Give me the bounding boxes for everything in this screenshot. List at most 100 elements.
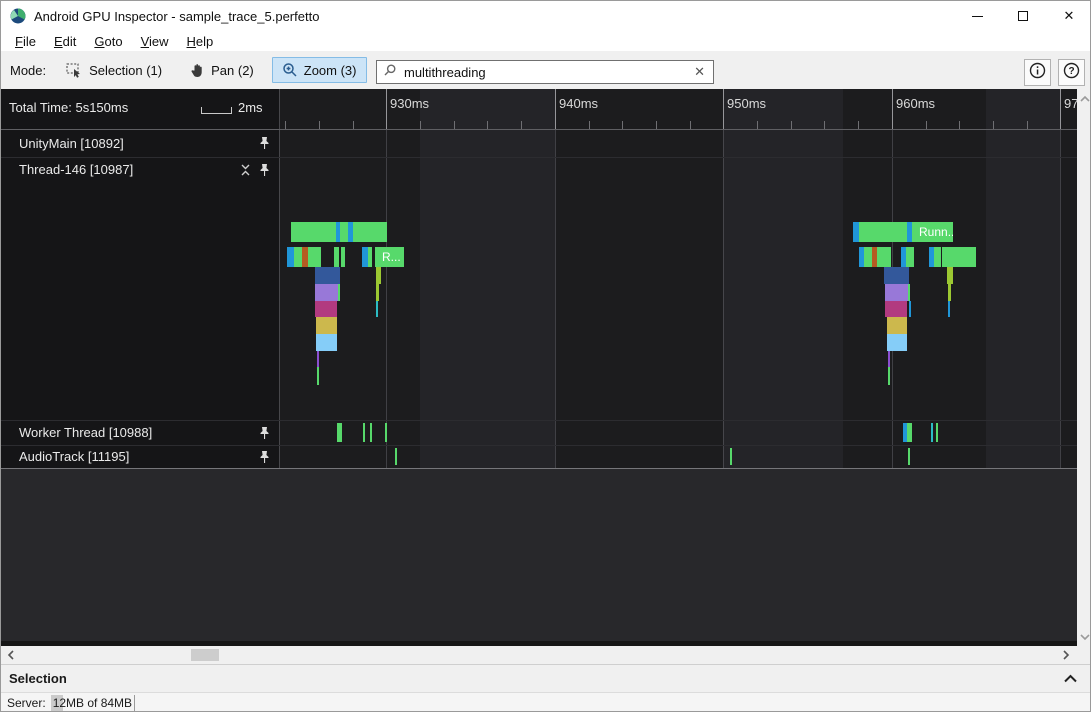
row-separator <box>1 420 1077 421</box>
trace-slice[interactable] <box>908 284 910 301</box>
menu-item-file[interactable]: File <box>6 32 45 51</box>
trace-slice[interactable] <box>947 267 953 284</box>
trace-slice[interactable] <box>291 222 336 242</box>
trace-slice[interactable] <box>340 222 348 242</box>
scroll-down-icon[interactable] <box>1077 630 1091 644</box>
collapse-icon[interactable] <box>240 164 251 176</box>
trace-slice[interactable] <box>877 247 891 267</box>
pin-icon[interactable] <box>258 450 271 464</box>
trace-slice[interactable] <box>887 317 907 334</box>
title-bar: Android GPU Inspector - sample_trace_5.p… <box>1 1 1091 31</box>
vertical-scrollbar[interactable] <box>1077 89 1091 646</box>
menu-item-edit[interactable]: Edit <box>45 32 85 51</box>
trace-slice[interactable] <box>334 247 339 267</box>
trace-slice[interactable] <box>317 367 319 385</box>
trace-slice[interactable] <box>909 301 911 317</box>
trace-slice[interactable] <box>884 267 909 284</box>
trace-slice[interactable]: R... <box>375 247 404 267</box>
close-button[interactable]: ✕ <box>1046 1 1091 31</box>
mode-button-pan[interactable]: Pan (2) <box>180 57 264 83</box>
trace-slice[interactable] <box>287 247 294 267</box>
trace-slice[interactable] <box>376 284 379 301</box>
menu-bar: FileEditGotoViewHelp <box>1 31 1091 51</box>
trace-slice[interactable] <box>885 284 908 301</box>
trace-slice[interactable] <box>859 222 907 242</box>
trace-slice[interactable] <box>948 284 951 301</box>
trace-slice[interactable] <box>317 351 319 367</box>
mode-button-zoom[interactable]: Zoom (3) <box>272 57 367 83</box>
timeline-panel: Total Time: 5s150ms 2ms UnityMain [10892… <box>1 89 1091 646</box>
trace-slice[interactable] <box>353 222 387 242</box>
mode-button-selection[interactable]: Selection (1) <box>56 57 172 83</box>
minimize-button[interactable] <box>954 1 1000 31</box>
search-input[interactable] <box>402 64 692 81</box>
timeline-band <box>723 89 843 469</box>
ruler-tick <box>656 121 657 129</box>
ruler-tick <box>824 121 825 129</box>
pin-icon[interactable] <box>258 163 271 177</box>
trace-slice[interactable] <box>315 267 340 284</box>
selection-panel-header[interactable]: Selection <box>1 664 1091 692</box>
trace-slice[interactable] <box>887 334 907 351</box>
trace-slice[interactable] <box>395 448 397 465</box>
menu-item-help[interactable]: Help <box>178 32 223 51</box>
trace-slice[interactable] <box>338 284 340 301</box>
mode-button-label: Pan (2) <box>211 63 254 78</box>
scroll-right-icon[interactable] <box>1058 646 1074 664</box>
trace-slice[interactable] <box>315 301 337 317</box>
scroll-up-icon[interactable] <box>1077 91 1091 105</box>
trace-slice[interactable] <box>948 301 950 317</box>
maximize-button[interactable] <box>1000 1 1046 31</box>
trace-slice[interactable] <box>341 247 345 267</box>
trace-slice[interactable] <box>936 423 938 442</box>
trace-slice[interactable] <box>888 351 890 367</box>
trace-slice[interactable] <box>337 423 342 442</box>
trace-slice[interactable] <box>308 247 321 267</box>
trace-slice[interactable] <box>368 247 372 267</box>
info-button[interactable] <box>1024 59 1051 86</box>
trace-slice[interactable] <box>931 423 933 442</box>
trace-slice[interactable] <box>934 247 941 267</box>
slice-label: R... <box>375 250 401 264</box>
chevron-up-icon[interactable] <box>1063 674 1078 683</box>
trace-slice[interactable] <box>888 367 890 385</box>
trace-slice[interactable] <box>885 301 907 317</box>
ruler-major-tick <box>555 89 556 129</box>
track-row-audiotrack[interactable]: AudioTrack [11195] <box>1 445 278 468</box>
horizontal-scrollbar[interactable] <box>1 646 1091 664</box>
scale-bracket <box>201 107 232 114</box>
trace-slice[interactable] <box>907 423 912 442</box>
trace-slice[interactable] <box>294 247 302 267</box>
trace-slice[interactable] <box>363 423 365 442</box>
scroll-left-icon[interactable] <box>3 646 19 664</box>
scale-label: 2ms <box>238 100 263 115</box>
help-button[interactable]: ? <box>1058 59 1085 86</box>
trace-slice[interactable] <box>376 267 381 284</box>
trace-slice[interactable] <box>942 247 976 267</box>
trace-slice[interactable] <box>730 448 732 465</box>
track-row-unitymain[interactable]: UnityMain [10892] <box>1 129 278 157</box>
search-clear-icon[interactable]: ✕ <box>692 64 707 80</box>
menu-item-goto[interactable]: Goto <box>85 32 131 51</box>
trace-slice[interactable] <box>316 317 337 334</box>
track-row-thread-146[interactable]: Thread-146 [10987] <box>1 157 278 182</box>
pin-icon[interactable] <box>258 136 271 150</box>
trace-slice[interactable] <box>315 284 338 301</box>
trace-slice[interactable] <box>370 423 372 442</box>
pin-icon[interactable] <box>258 426 271 440</box>
trace-slice[interactable] <box>385 423 387 442</box>
minimize-icon <box>972 16 983 17</box>
ruler-tick <box>353 121 354 129</box>
trace-slice[interactable] <box>906 247 914 267</box>
grid-line <box>386 129 387 468</box>
scrollbar-thumb[interactable] <box>191 649 219 661</box>
trace-slice[interactable] <box>376 301 378 317</box>
slice-label: Runn... <box>912 225 953 239</box>
trace-slice[interactable] <box>316 334 337 351</box>
menu-item-view[interactable]: View <box>132 32 178 51</box>
trace-slice[interactable] <box>864 247 872 267</box>
track-row-worker[interactable]: Worker Thread [10988] <box>1 420 278 445</box>
timeline-canvas[interactable]: 930ms940ms950ms960ms97Runn...R... <box>279 89 1077 469</box>
trace-slice[interactable] <box>908 448 910 465</box>
trace-slice[interactable]: Runn... <box>912 222 953 242</box>
